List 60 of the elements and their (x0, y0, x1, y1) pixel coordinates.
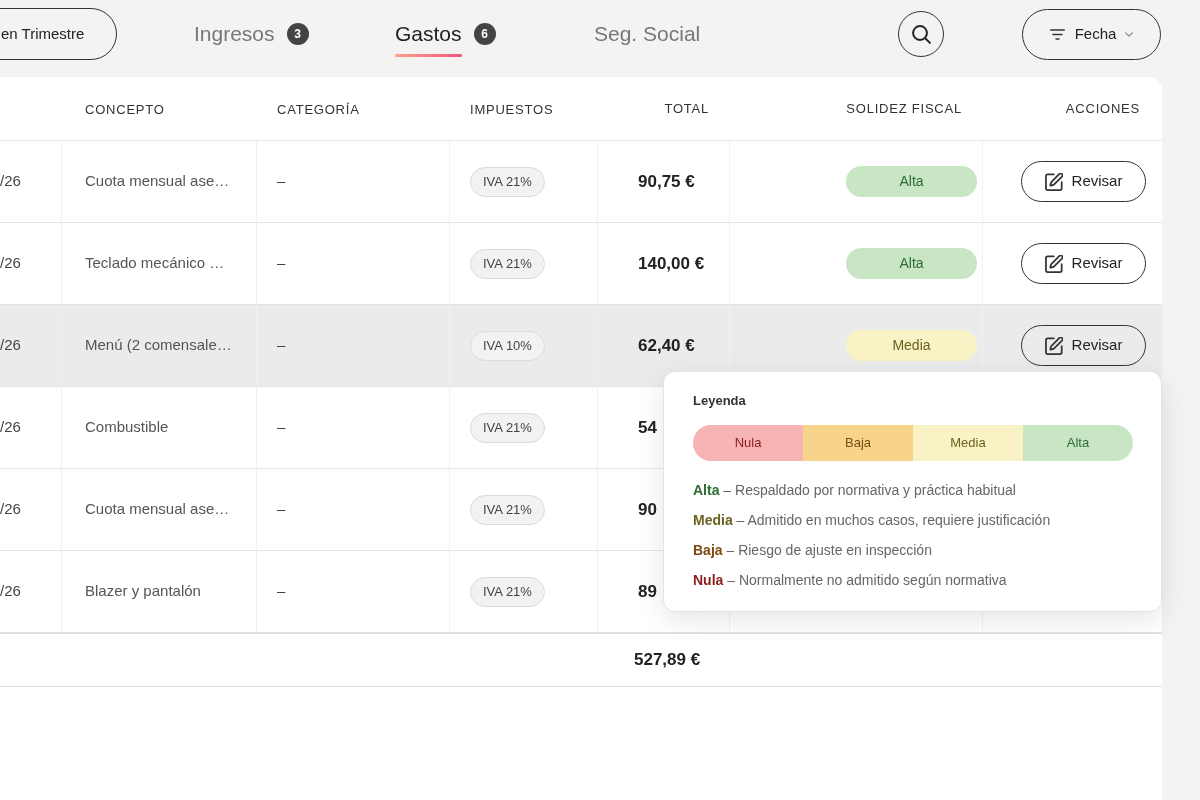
legend-description: Media – Admitido en muchos casos, requiere justificación (693, 511, 1052, 530)
table-cell-text: Teclado mecánico … (85, 253, 225, 274)
column-header: CONCEPTO (85, 101, 165, 117)
column-header: IMPUESTOS (470, 101, 554, 117)
table-cell-text: – (277, 417, 286, 438)
tab[interactable]: Ingresos 3 (194, 11, 309, 57)
tax-tag: IVA 21% (470, 576, 545, 607)
pencil-icon (1044, 254, 1063, 273)
table-cell-text: 62,40 € (638, 334, 695, 357)
column-header: SOLIDEZ FISCAL (846, 99, 962, 118)
table-cell-text: 54 (638, 416, 657, 439)
table-cell-text: Cuota mensual ase… (85, 171, 230, 192)
table-cell-text: /26 (0, 253, 21, 274)
tab[interactable]: Seg. Social (594, 11, 701, 57)
tax-tag: IVA 21% (470, 166, 545, 197)
tab[interactable]: Gastos 6 (395, 11, 496, 57)
filter-icon (1049, 28, 1065, 40)
legend-segment: Baja (803, 425, 913, 461)
tax-tag: IVA 10% (470, 330, 545, 361)
table-cell-text: Cuota mensual ase… (85, 499, 230, 520)
column-header: TOTAL (664, 99, 709, 118)
legend-description: Alta – Respaldado por normativa y práctica habitual (693, 481, 1017, 500)
pencil-icon (1044, 336, 1063, 355)
legend-description: Baja – Riesgo de ajuste en inspección (693, 541, 933, 560)
legend-title: Leyenda (693, 392, 747, 410)
legend-description: Nula – Normalmente no admitido según normativa (693, 571, 1008, 590)
rating-tag: Alta (846, 166, 977, 197)
table-cell-text: 90,75 € (638, 170, 695, 193)
count-badge: 6 (473, 23, 496, 45)
search-icon (911, 24, 931, 44)
total-value: 527,89 € (634, 650, 701, 670)
tax-tag: IVA 21% (470, 248, 545, 279)
column-header: ACCIONES (1065, 99, 1140, 118)
tax-tag: IVA 21% (470, 412, 545, 443)
chevron-down-icon (1125, 31, 1134, 37)
table-cell-text: /26 (0, 171, 21, 192)
legend-segment: Nula (693, 425, 803, 461)
table-cell-text: Menú (2 comensale… (85, 335, 232, 356)
table-cell-text: /26 (0, 417, 21, 438)
table-cell-text: – (277, 253, 286, 274)
table-cell-text: Blazer y pantalón (85, 581, 201, 602)
table-cell-text: – (277, 171, 286, 192)
table-cell-text: Combustible (85, 417, 169, 438)
table-cell-text: 140,00 € (638, 252, 705, 275)
table-cell-text: /26 (0, 335, 21, 356)
tax-tag: IVA 21% (470, 494, 545, 525)
table-cell-text: /26 (0, 581, 21, 602)
table-cell-text: 89 (638, 580, 657, 603)
table-cell-text: – (277, 581, 286, 602)
count-badge: 3 (286, 23, 309, 45)
legend-segment: Media (913, 425, 1023, 461)
column-header: CATEGORÍA (277, 101, 360, 117)
rating-tag: Media (846, 330, 977, 361)
table-cell-text: – (277, 335, 286, 356)
rating-tag: Alta (846, 248, 977, 279)
pencil-icon (1044, 172, 1063, 191)
table-cell-text: 90 (638, 498, 657, 521)
table-cell-text: – (277, 499, 286, 520)
table-cell-text: /26 (0, 499, 21, 520)
legend-segment: Alta (1023, 425, 1133, 461)
